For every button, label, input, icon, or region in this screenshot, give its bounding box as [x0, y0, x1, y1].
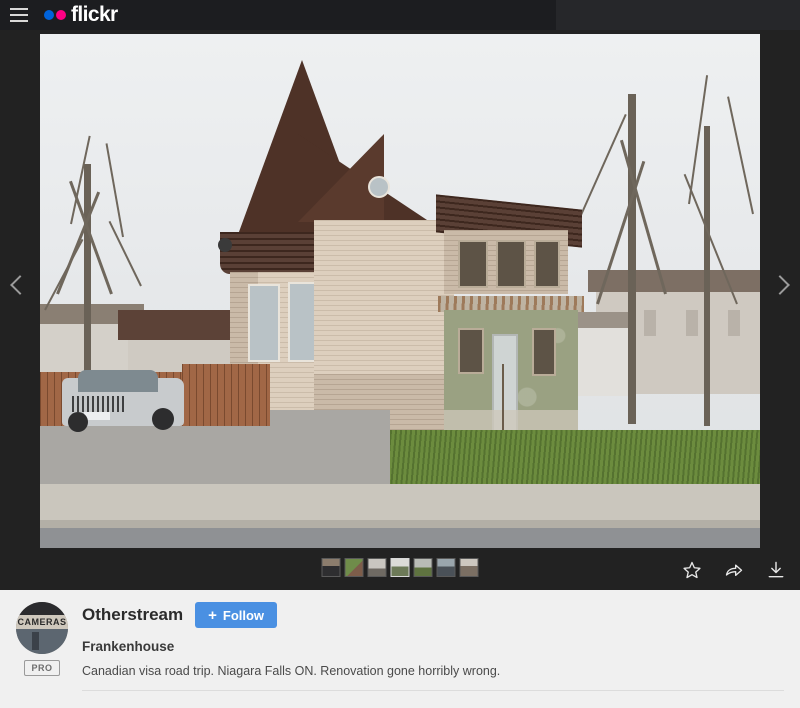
tree-right-trunk-2 — [704, 126, 710, 426]
flickr-logo[interactable]: flickr — [44, 3, 118, 27]
photo-canvas — [40, 34, 760, 548]
upper-wing-window-1 — [458, 240, 488, 288]
background-window-c — [728, 310, 740, 336]
avatar-wrapper: CAMERAS PRO — [16, 602, 68, 676]
thumbnail-item[interactable] — [321, 558, 341, 577]
road — [40, 528, 760, 548]
logo-dot-pink-icon — [56, 10, 66, 20]
thumbnail-filmstrip — [321, 558, 479, 577]
owner-name[interactable]: Otherstream — [82, 605, 183, 625]
attic-octagon-window — [368, 176, 390, 198]
flickr-photo-viewer: flickr CAMERAS PRO Otherstream + Follow … — [0, 0, 800, 708]
satellite-dish — [218, 238, 232, 252]
turret-window-1 — [248, 284, 280, 362]
avatar-figure — [32, 632, 39, 650]
background-window-b — [686, 310, 698, 336]
background-roof-right — [588, 270, 760, 292]
info-divider — [82, 690, 784, 691]
photo-title: Frankenhouse — [82, 639, 175, 654]
hamburger-menu-icon[interactable] — [8, 6, 30, 24]
chevron-right-icon — [770, 275, 790, 295]
suv-grille — [72, 396, 124, 412]
star-icon[interactable] — [682, 560, 702, 580]
pro-badge: PRO — [24, 660, 60, 676]
download-icon[interactable] — [766, 560, 786, 580]
thumbnail-item[interactable] — [459, 558, 479, 577]
background-window-a — [644, 310, 656, 336]
logo-dot-blue-icon — [44, 10, 54, 20]
photo-stage — [0, 30, 800, 590]
owner-row: Otherstream + Follow — [82, 602, 784, 628]
tree-right-trunk-1 — [628, 94, 636, 424]
thumbnail-item[interactable] — [367, 558, 387, 577]
sapling-trunk — [502, 364, 504, 438]
suv-windshield — [78, 370, 158, 392]
upper-wing-window-3 — [534, 240, 560, 288]
thumbnail-item[interactable] — [344, 558, 364, 577]
follow-button[interactable]: + Follow — [195, 602, 278, 628]
suv-license-plate — [84, 412, 110, 420]
header-right-panel — [556, 0, 800, 30]
avatar-storefront — [16, 629, 68, 654]
share-arrow-icon[interactable] — [724, 560, 744, 580]
photo-description: Canadian visa road trip. Niagara Falls O… — [82, 664, 501, 678]
stucco-window-left — [458, 328, 484, 374]
suv-wheel-front — [68, 412, 88, 432]
photo-toolbar — [0, 548, 800, 590]
photo-info-main: Otherstream + Follow Frankenhouse Canadi… — [82, 602, 784, 678]
avatar[interactable]: CAMERAS — [16, 602, 68, 654]
upper-wing-window-2 — [496, 240, 526, 288]
avatar-sky — [16, 602, 68, 616]
photo-info-panel: CAMERAS PRO Otherstream + Follow Franken… — [0, 590, 800, 708]
thumbnail-item-active[interactable] — [390, 558, 410, 577]
thumbnail-item[interactable] — [436, 558, 456, 577]
logo-text: flickr — [71, 3, 118, 26]
follow-button-label: Follow — [222, 607, 265, 623]
previous-photo-button[interactable] — [0, 255, 40, 315]
plus-icon: + — [208, 606, 217, 624]
main-photo[interactable] — [40, 34, 760, 548]
app-header: flickr — [0, 0, 800, 30]
stucco-window-right — [532, 328, 556, 376]
photo-action-buttons — [682, 560, 786, 580]
next-photo-button[interactable] — [760, 255, 800, 315]
thumbnail-item[interactable] — [413, 558, 433, 577]
wooden-fence-gate — [182, 364, 270, 426]
chevron-left-icon — [10, 275, 30, 295]
suv-wheel-rear — [152, 408, 174, 430]
avatar-sign-text: CAMERAS — [16, 615, 68, 629]
